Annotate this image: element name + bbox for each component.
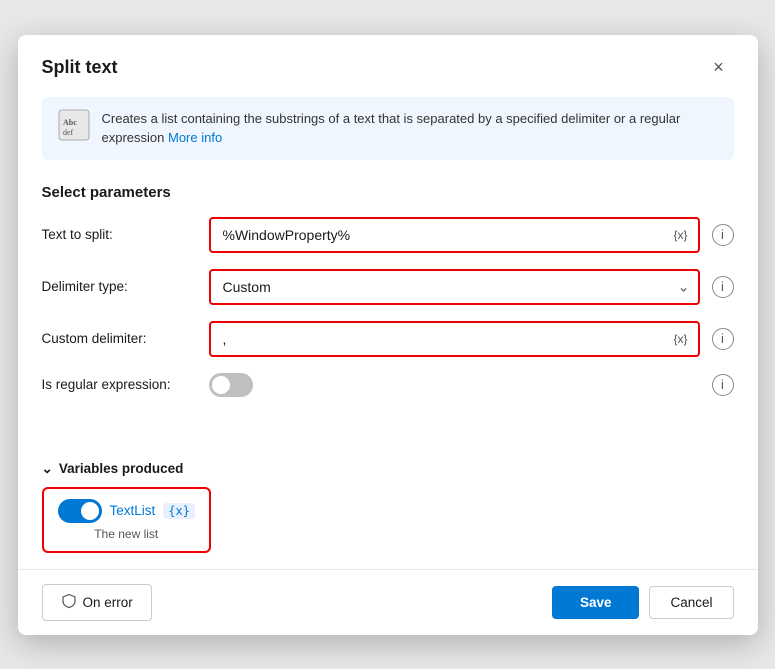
variable-card-top: TextList {x} [58,499,195,523]
more-info-link[interactable]: More info [168,130,222,145]
cancel-button[interactable]: Cancel [649,586,733,619]
custom-delimiter-input[interactable] [209,321,700,357]
delimiter-type-select[interactable]: Custom Standard Regular expression [209,269,700,305]
dialog-header: Split text × [18,35,758,97]
info-icon-4: i [721,377,724,392]
custom-delimiter-control: {x} [209,321,700,357]
variables-title: Variables produced [59,461,184,476]
variable-name: TextList [110,503,156,518]
save-button[interactable]: Save [552,586,640,619]
footer-right: Save Cancel [552,586,734,619]
is-regex-row: Is regular expression: i [42,373,734,397]
custom-delimiter-var-button[interactable]: {x} [669,330,691,348]
custom-delimiter-row: Custom delimiter: {x} i [42,321,734,357]
info-icon-2: i [721,279,724,294]
on-error-label: On error [83,595,133,610]
is-regex-label: Is regular expression: [42,377,197,392]
close-button[interactable]: × [704,53,734,83]
dialog-title: Split text [42,57,118,78]
info-icon-3: i [721,331,724,346]
on-error-button[interactable]: On error [42,584,152,621]
toggle-knob [212,376,230,394]
split-text-dialog: Split text × Abc def Creates a list cont… [18,35,758,635]
variables-header[interactable]: ⌄ Variables produced [42,461,734,477]
svg-text:Abc: Abc [63,118,77,127]
var-toggle-knob [81,502,99,520]
text-to-split-row: Text to split: {x} i [42,217,734,253]
is-regex-info-button[interactable]: i [712,374,734,396]
text-to-split-input[interactable] [209,217,700,253]
delimiter-type-info-button[interactable]: i [712,276,734,298]
text-to-split-control: {x} [209,217,700,253]
text-to-split-label: Text to split: [42,227,197,242]
custom-delimiter-info-button[interactable]: i [712,328,734,350]
shield-icon [61,593,77,612]
section-title: Select parameters [18,176,758,217]
text-to-split-info-button[interactable]: i [712,224,734,246]
svg-text:def: def [63,128,74,137]
variable-description: The new list [94,527,158,541]
is-regex-toggle[interactable] [209,373,253,397]
info-banner: Abc def Creates a list containing the su… [42,97,734,160]
custom-delimiter-label: Custom delimiter: [42,331,197,346]
variables-chevron-icon: ⌄ [42,461,53,477]
text-to-split-var-button[interactable]: {x} [669,226,691,244]
delimiter-type-row: Delimiter type: Custom Standard Regular … [42,269,734,305]
dialog-footer: On error Save Cancel [18,569,758,635]
banner-text: Creates a list containing the substrings… [102,109,718,148]
variables-section: ⌄ Variables produced TextList {x} The ne… [18,461,758,553]
variable-toggle[interactable] [58,499,102,523]
delimiter-type-label: Delimiter type: [42,279,197,294]
variable-card: TextList {x} The new list [42,487,211,553]
info-icon: i [721,227,724,242]
variable-badge: {x} [163,503,195,519]
delimiter-type-control: Custom Standard Regular expression ⌄ [209,269,700,305]
abc-icon: Abc def [58,109,90,141]
params-section: Text to split: {x} i Delimiter type: Cus… [18,217,758,461]
